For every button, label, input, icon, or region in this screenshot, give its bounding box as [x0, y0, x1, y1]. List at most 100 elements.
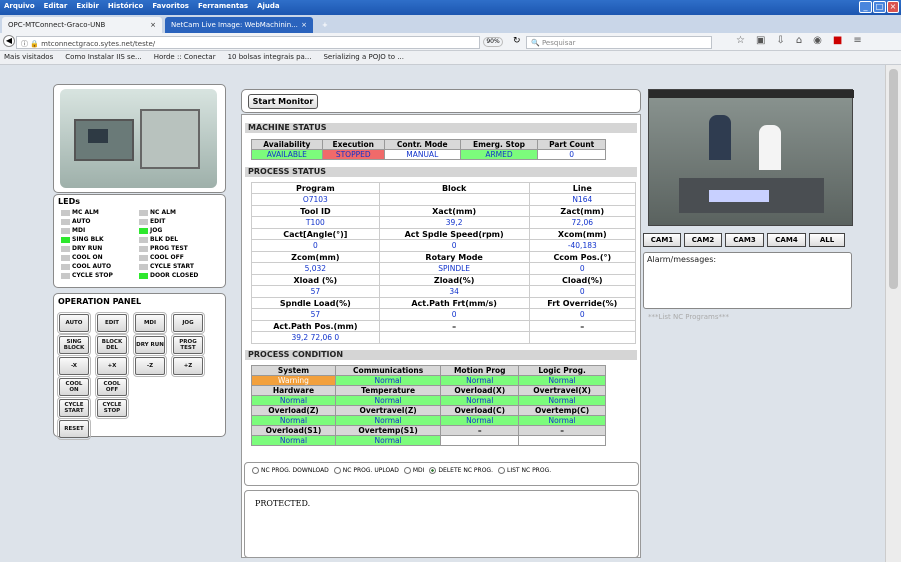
bookmark-item[interactable]: Serializing a POJO to ... — [323, 53, 403, 61]
menu-item-editar[interactable]: Editar — [44, 2, 68, 10]
led-indicator — [61, 255, 70, 261]
led-indicator — [61, 219, 70, 225]
alarm-messages-box: Alarm/messages: — [643, 252, 852, 309]
plus-z-button[interactable]: +Z — [171, 355, 205, 377]
menu-item-favoritos[interactable]: Favoritos — [152, 2, 189, 10]
table-row: 57 34 0 — [251, 285, 637, 298]
table-row: T100 39,2 72,06 — [251, 216, 637, 229]
table-row: Normal Normal — [251, 435, 606, 446]
new-tab-button[interactable]: + — [316, 17, 334, 33]
menu-item-exibir[interactable]: Exibir — [76, 2, 99, 10]
mdi-button[interactable]: MDI — [133, 312, 167, 334]
zoom-indicator[interactable]: 90% — [483, 37, 503, 47]
nc-option-label: NC PROG. DOWNLOAD — [261, 467, 329, 474]
condition-label: Overtemp(S1) — [334, 425, 442, 436]
condition-label: Overload(C) — [440, 405, 520, 416]
star-icon[interactable]: ☆ — [736, 35, 756, 46]
machine-status-header: Execution — [321, 139, 385, 150]
process-condition-table: System Communications Motion Prog Logic Pro… — [251, 365, 606, 446]
process-status-value — [528, 331, 637, 344]
led-sing-blk: SING BLK — [60, 236, 104, 243]
nc-option[interactable]: MDI — [399, 467, 424, 474]
nc-option[interactable]: NC PROG. UPLOAD — [329, 467, 399, 474]
clipboard-icon[interactable]: ▣ — [756, 35, 776, 46]
bookmark-item[interactable]: Como Instalar IIS se... — [65, 53, 141, 61]
tab-opc[interactable]: OPC-MTConnect-Graco-UNB × — [2, 17, 162, 33]
cool-on-button[interactable]: COOL ON — [57, 376, 91, 398]
close-tab-icon[interactable]: × — [301, 21, 307, 29]
close-tab-icon[interactable]: × — [150, 21, 156, 29]
edit-button[interactable]: EDIT — [95, 312, 129, 334]
radio-button[interactable] — [333, 467, 341, 474]
nc-option[interactable]: DELETE NC PROG. — [424, 467, 493, 474]
menu-item-arquivo[interactable]: Arquivo — [4, 2, 35, 10]
close-icon[interactable]: × — [887, 1, 899, 13]
start-monitor-button[interactable]: Start Monitor — [248, 94, 318, 109]
table-row: Spndle Load(%) Act.Path Frt(mm/s) Frt Over… — [251, 297, 637, 309]
process-status-value: 57 — [251, 285, 380, 298]
nc-option[interactable]: LIST NC PROG. — [493, 467, 551, 474]
radio-button[interactable] — [429, 467, 437, 474]
plus-x-button[interactable]: +X — [95, 355, 129, 377]
cam-cam3-button[interactable]: CAM3 — [725, 233, 764, 247]
cam-cam4-button[interactable]: CAM4 — [767, 233, 806, 247]
nc-option[interactable]: NC PROG. DOWNLOAD — [247, 467, 329, 474]
download-icon[interactable]: ⇩ — [776, 35, 795, 46]
table-row: Zcom(mm) Rotary Mode Ccom Pos.(°) — [251, 251, 637, 263]
shield-icon[interactable]: ◉ — [813, 35, 833, 46]
process-status-value: 57 — [251, 308, 380, 321]
back-arrow-icon[interactable]: ◀ — [3, 35, 15, 47]
maximize-icon[interactable]: □ — [873, 1, 886, 13]
auto-button[interactable]: AUTO — [57, 312, 91, 334]
cam-all-button[interactable]: ALL — [809, 233, 845, 247]
menu-item-historico[interactable]: Histórico — [108, 2, 143, 10]
led-label: COOL ON — [72, 254, 103, 261]
bookmark-item[interactable]: Mais visitados — [4, 53, 53, 61]
radio-button[interactable] — [403, 467, 411, 474]
search-input[interactable]: 🔍 Pesquisar — [526, 36, 712, 49]
led-label: EDIT — [150, 218, 166, 225]
cam-cam1-button[interactable]: CAM1 — [643, 233, 681, 247]
radio-button[interactable] — [497, 467, 505, 474]
vertical-scrollbar[interactable] — [885, 65, 901, 562]
process-status-value: 5,032 — [251, 262, 380, 275]
minus-z-button[interactable]: -Z — [133, 355, 167, 377]
camera-feed — [648, 89, 854, 226]
led-label: DOOR CLOSED — [150, 272, 199, 279]
process-status-label: Cload(%) — [528, 274, 637, 286]
bookmark-item[interactable]: Horde :: Conectar — [154, 53, 216, 61]
nc-option-label: LIST NC PROG. — [506, 467, 552, 474]
jog-button[interactable]: JOG — [171, 312, 205, 334]
home-icon[interactable]: ⌂ — [796, 35, 813, 46]
tab-netcam[interactable]: NetCam Live Image: WebMachinin... × — [165, 17, 313, 33]
reset-button[interactable]: RESET — [57, 418, 91, 440]
cycle-stop-button[interactable]: CYCLE STOP — [95, 397, 129, 419]
minimize-icon[interactable]: _ — [859, 1, 872, 13]
led-indicator — [61, 210, 70, 216]
menu-item-ajuda[interactable]: Ajuda — [257, 2, 280, 10]
scrollbar-thumb[interactable] — [889, 69, 898, 289]
condition-status: Normal — [440, 395, 520, 406]
led-edit: EDIT — [138, 218, 165, 225]
list-nc-programs-link[interactable]: ***List NC Programs*** — [648, 313, 729, 321]
prog-test-button[interactable]: PROG TEST — [171, 334, 205, 356]
process-status-label: Act.Path Frt(mm/s) — [378, 297, 530, 309]
menu-item-ferramentas[interactable]: Ferramentas — [198, 2, 248, 10]
sing-block-button[interactable]: SING BLOCK — [57, 334, 91, 356]
cycle-start-button[interactable]: CYCLE START — [57, 397, 91, 419]
minus-x-button[interactable]: -X — [57, 355, 91, 377]
cool-off-button[interactable]: COOL OFF — [95, 376, 129, 398]
dry-run-button[interactable]: DRY RUN — [133, 334, 167, 356]
bookmark-item[interactable]: 10 bolsas integrais pa... — [228, 53, 312, 61]
address-bar[interactable]: ⓘ 🔒 mtconnectgraco.sytes.net/teste/ — [16, 36, 480, 49]
radio-button[interactable] — [252, 467, 259, 474]
cam-cam2-button[interactable]: CAM2 — [684, 233, 722, 247]
process-status-value: 0 — [528, 262, 637, 275]
condition-status — [518, 435, 606, 446]
block-del-button[interactable]: BLOCK DEL — [95, 334, 129, 356]
hamburger-icon[interactable]: ≡ — [853, 35, 872, 46]
extension-icon[interactable]: ■ — [833, 35, 853, 46]
reload-icon[interactable]: ↻ — [513, 36, 521, 46]
nc-options-radio-group: NC PROG. DOWNLOAD NC PROG. UPLOAD MDI DELET… — [244, 462, 639, 486]
table-row: Normal Normal Normal Normal — [251, 415, 606, 426]
